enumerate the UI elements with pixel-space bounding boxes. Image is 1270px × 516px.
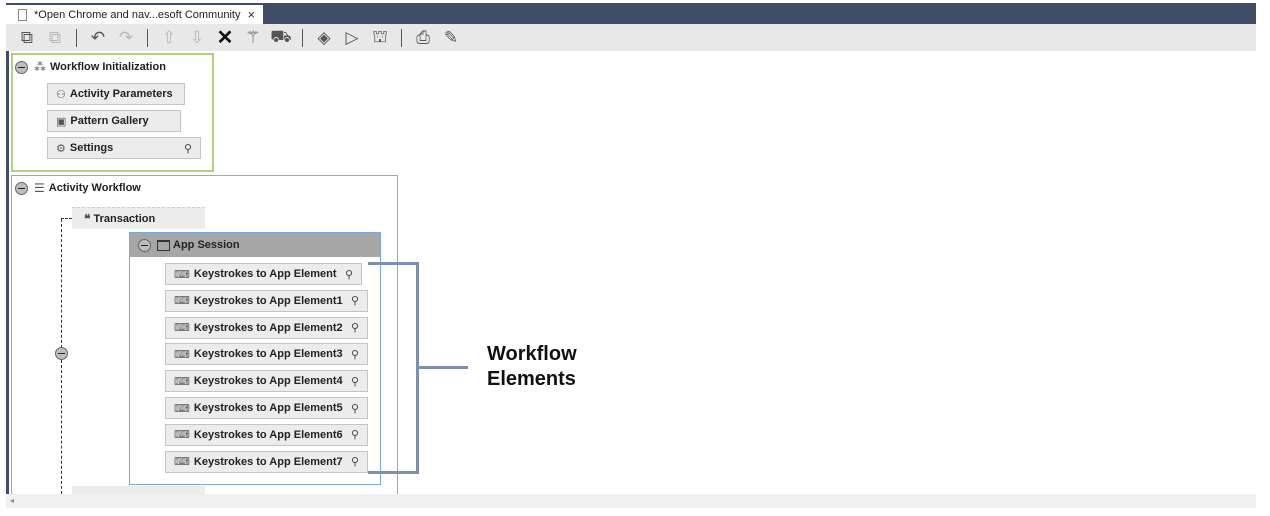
collapse-icon[interactable] xyxy=(15,60,28,74)
keyboard-icon: ⌨ xyxy=(174,429,190,442)
pin-icon[interactable]: ⚲ xyxy=(351,402,359,415)
keystroke-label: Keystrokes to App Element5 xyxy=(193,402,343,414)
app-session-header[interactable]: App Session xyxy=(130,233,380,257)
gallery-icon: ▣ xyxy=(56,115,67,128)
keystroke-item[interactable]: ⌨ Keystrokes to App Element3 ⚲ xyxy=(165,343,368,366)
redo-button[interactable]: ↷ xyxy=(113,27,139,49)
keyboard-icon: ⌨ xyxy=(174,348,190,361)
keystroke-label: Keystrokes to App Element6 xyxy=(193,428,343,441)
keyboard-icon: ⌨ xyxy=(174,268,190,281)
keyboard-icon: ⌨ xyxy=(174,375,190,388)
document-tab[interactable]: *Open Chrome and nav...esoft Community × xyxy=(6,5,263,24)
keystroke-label: Keystrokes to App Element3 xyxy=(193,348,343,361)
keystroke-label: Keystrokes to App Element7 xyxy=(193,455,343,468)
pin-icon[interactable]: ⚲ xyxy=(345,268,353,281)
toolbar: ⧉ ⧉ ↶ ↷ ⇧ ⇩ ✕ ⚚ ⛟ ◈ ▷ ⛫ ⎙ ✎ xyxy=(6,24,1256,51)
keystroke-item[interactable]: ⌨ Keystrokes to App Element5 ⚲ xyxy=(165,397,368,419)
keystroke-item[interactable]: ⌨ Keystrokes to App Element7 ⚲ xyxy=(165,450,368,473)
close-icon[interactable]: × xyxy=(247,8,255,21)
pin-icon[interactable]: ⚲ xyxy=(351,321,359,334)
annotation-line-1: Workflow xyxy=(487,343,577,365)
keyboard-icon: ⌨ xyxy=(174,402,190,415)
horizontal-scrollbar[interactable]: ◂ xyxy=(6,494,1256,508)
connector-line xyxy=(61,218,72,219)
pin-icon[interactable]: ⚲ xyxy=(351,294,359,307)
collapse-icon[interactable] xyxy=(55,347,68,360)
keystroke-label: Keystrokes to App Element2 xyxy=(193,321,343,334)
annotation-bracket xyxy=(368,262,419,474)
item-label: Activity Parameters xyxy=(69,88,173,100)
deploy-button[interactable]: ⛟ xyxy=(268,27,294,49)
collapse-icon[interactable] xyxy=(138,238,151,252)
item-label: Settings xyxy=(69,142,114,154)
document-icon xyxy=(18,8,27,21)
keystroke-item[interactable]: ⌨ Keystrokes to App Element6 ⚲ xyxy=(165,423,368,446)
toolbar-separator xyxy=(401,28,402,47)
move-up-button[interactable]: ⇧ xyxy=(156,27,182,49)
validate-button[interactable]: ◈ xyxy=(311,27,337,49)
magic-wand-button[interactable]: ⚚ xyxy=(240,27,266,49)
annotation-line xyxy=(419,366,468,369)
annotation-text: Workflow Elements xyxy=(487,342,577,392)
keystroke-label: Keystrokes to App Element1 xyxy=(193,294,343,307)
workflow-initialization-label: Workflow Initialization xyxy=(50,61,166,73)
keystroke-item[interactable]: ⌨ Keystrokes to App Element2 ⚲ xyxy=(165,316,368,339)
workflow-initialization-header: ⁂ Workflow Initialization xyxy=(15,60,166,74)
paste-button[interactable]: ⧉ xyxy=(42,27,68,49)
activity-workflow-header: ☰ Activity Workflow xyxy=(15,181,141,195)
transaction-label: Transaction xyxy=(93,212,156,225)
parameters-icon: ⚇ xyxy=(56,88,66,101)
copy-button[interactable]: ⧉ xyxy=(14,27,40,49)
workflow-init-icon: ⁂ xyxy=(34,60,46,74)
item-label: Pattern Gallery xyxy=(70,115,149,127)
print-button[interactable]: ⎙ xyxy=(410,27,436,49)
undo-button[interactable]: ↶ xyxy=(85,27,111,49)
workflow-designer-window: *Open Chrome and nav...esoft Community ×… xyxy=(0,0,1270,516)
toolbar-separator xyxy=(302,28,303,47)
keyboard-icon: ⌨ xyxy=(174,322,190,335)
keystroke-item[interactable]: ⌨ Keystrokes to App Element4 ⚲ xyxy=(165,370,368,393)
workflow-list-icon: ☰ xyxy=(34,181,45,195)
activity-workflow-label: Activity Workflow xyxy=(48,182,141,194)
pin-icon[interactable]: ⚲ xyxy=(351,455,359,468)
keyboard-icon: ⌨ xyxy=(174,456,190,469)
pin-icon[interactable]: ⚲ xyxy=(351,428,359,441)
keystroke-item[interactable]: ⌨ Keystrokes to App Element1 ⚲ xyxy=(165,289,368,312)
annotation-line-2: Elements xyxy=(487,368,576,390)
wrench-button[interactable]: ✎ xyxy=(438,27,464,49)
transaction-icon: ❝ xyxy=(84,211,91,226)
debug-button[interactable]: ⛫ xyxy=(367,27,393,49)
pin-icon[interactable]: ⚲ xyxy=(184,142,192,155)
pin-icon[interactable]: ⚲ xyxy=(351,348,359,361)
app-session-label: App Session xyxy=(173,239,240,251)
settings-button[interactable]: ⚙ Settings ⚲ xyxy=(47,137,201,159)
keystroke-item[interactable]: ⌨ Keystrokes to App Element ⚲ xyxy=(165,263,362,285)
window-icon xyxy=(157,239,170,251)
run-button[interactable]: ▷ xyxy=(339,27,365,49)
delete-button[interactable]: ✕ xyxy=(212,27,238,49)
toolbar-separator xyxy=(76,28,77,47)
keystroke-label: Keystrokes to App Element4 xyxy=(193,375,343,388)
keystroke-label: Keystrokes to App Element xyxy=(193,268,337,280)
tab-strip: *Open Chrome and nav...esoft Community × xyxy=(6,3,1256,24)
pin-icon[interactable]: ⚲ xyxy=(351,375,359,388)
activity-parameters-button[interactable]: ⚇ Activity Parameters xyxy=(47,83,185,105)
collapse-icon[interactable] xyxy=(15,181,28,195)
keyboard-icon: ⌨ xyxy=(174,295,190,308)
scroll-left-icon[interactable]: ◂ xyxy=(10,496,14,505)
transaction-block[interactable]: ❝ Transaction xyxy=(72,207,205,229)
gear-icon: ⚙ xyxy=(56,142,66,155)
canvas-left-border xyxy=(6,51,9,494)
pattern-gallery-button[interactable]: ▣ Pattern Gallery xyxy=(47,110,181,132)
move-down-button[interactable]: ⇩ xyxy=(184,27,210,49)
toolbar-separator xyxy=(147,28,148,47)
tab-title: *Open Chrome and nav...esoft Community xyxy=(34,8,241,21)
